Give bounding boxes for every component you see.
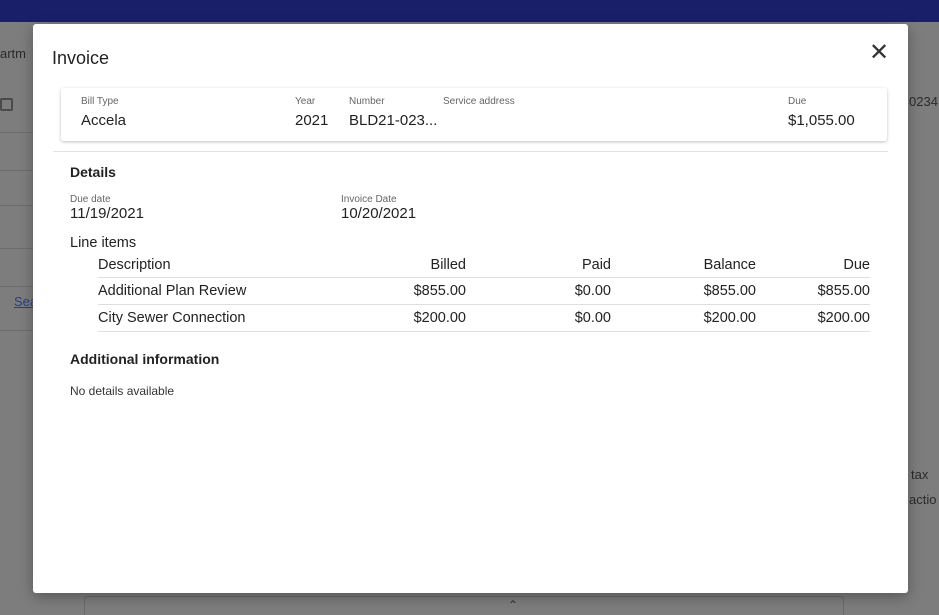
line-item-due: $200.00: [817, 310, 870, 326]
year-label: Year: [295, 96, 316, 107]
chevron-up-icon[interactable]: ⌃: [508, 598, 518, 612]
column-header-description: Description: [98, 257, 171, 273]
bg-divider: [0, 286, 34, 287]
line-item-description: Additional Plan Review: [98, 283, 247, 299]
service-address-label: Service address: [443, 96, 515, 107]
line-item-paid: $0.00: [574, 310, 611, 326]
section-divider: [53, 151, 888, 152]
column-header-paid: Paid: [581, 257, 611, 273]
bg-department-text: artm: [0, 46, 26, 61]
line-items-table: Description Billed Paid Balance Due Addi…: [98, 255, 870, 332]
bg-divider: [0, 248, 34, 249]
number-value: BLD21-023...: [349, 112, 438, 129]
column-header-billed: Billed: [430, 257, 466, 273]
line-item-description: City Sewer Connection: [98, 310, 246, 326]
bg-search-link[interactable]: Sea: [14, 294, 33, 309]
column-header-balance: Balance: [703, 257, 756, 273]
line-item-paid: $0.00: [574, 283, 611, 299]
line-item-billed: $200.00: [413, 310, 466, 326]
due-date-value: 11/19/2021: [70, 205, 144, 222]
bg-divider: [0, 132, 34, 133]
invoice-date-value: 10/20/2021: [341, 205, 417, 222]
invoice-dialog: Invoice ✕ Bill Type Accela Year 2021 Num…: [33, 24, 908, 593]
number-label: Number: [349, 96, 385, 107]
due-amount: $1,055.00: [788, 112, 855, 129]
table-header-row: Description Billed Paid Balance Due: [98, 255, 870, 278]
top-app-bar: [0, 0, 939, 22]
additional-info-heading: Additional information: [70, 351, 220, 367]
bg-divider: [0, 330, 34, 331]
bill-type-value: Accela: [81, 112, 127, 129]
column-header-due: Due: [843, 257, 870, 273]
bg-tax-text: tax: [911, 467, 929, 482]
invoice-summary-card: Bill Type Accela Year 2021 Number BLD21-…: [61, 88, 887, 141]
close-icon[interactable]: ✕: [867, 41, 891, 66]
line-item-billed: $855.00: [413, 283, 466, 299]
bg-divider: [0, 170, 34, 171]
bg-bottom-panel: [84, 596, 844, 615]
table-row: City Sewer Connection $200.00 $0.00 $200…: [98, 305, 870, 332]
bill-type-label: Bill Type: [81, 96, 119, 107]
line-item-balance: $200.00: [703, 310, 756, 326]
due-date-label: Due date: [70, 194, 111, 205]
line-items-heading: Line items: [70, 235, 137, 251]
calendar-icon: [0, 98, 13, 111]
line-item-balance: $855.00: [703, 283, 756, 299]
line-item-due: $855.00: [817, 283, 870, 299]
year-value: 2021: [295, 112, 329, 129]
bg-divider: [0, 205, 34, 206]
due-label: Due: [788, 96, 807, 107]
invoice-date-label: Invoice Date: [341, 194, 397, 205]
table-row: Additional Plan Review $855.00 $0.00 $85…: [98, 278, 870, 305]
no-details-text: No details available: [70, 384, 175, 398]
dialog-title: Invoice: [52, 48, 110, 68]
details-heading: Details: [70, 164, 116, 180]
bg-action-text: actio: [909, 492, 937, 507]
bg-number-text: 0234: [909, 94, 938, 109]
